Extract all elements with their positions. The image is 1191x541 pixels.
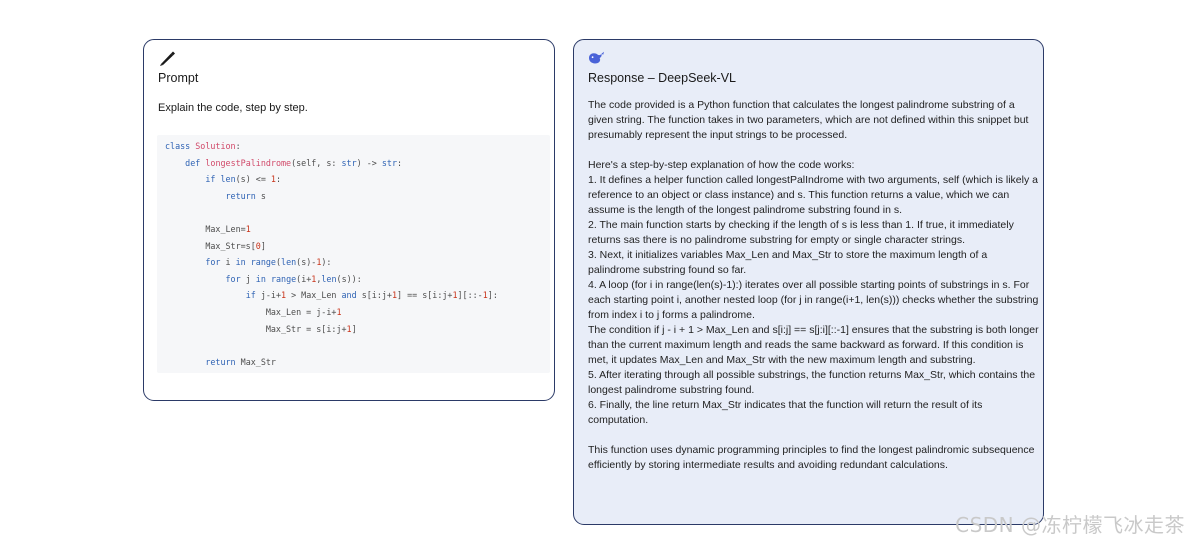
response-paragraph: This function uses dynamic programming p…	[588, 444, 1035, 471]
response-body: The code provided is a Python function t…	[588, 98, 1040, 473]
code-line: return s	[225, 190, 266, 201]
response-panel: Response – DeepSeek-VL The code provided…	[573, 39, 1044, 525]
code-line: return Max_Str	[205, 356, 276, 367]
response-paragraph: 5. After iterating through all possible …	[588, 369, 1036, 396]
code-line: for i in range(len(s)-1):	[205, 257, 332, 268]
response-paragraph: 4. A loop (for i in range(len(s)-1):) it…	[588, 279, 1039, 321]
whale-icon	[589, 51, 604, 64]
code-line: Max_Len=1	[165, 223, 251, 234]
code-line: Max_Str = s[i:j+1]	[165, 323, 357, 334]
code-block: class Solution: def longestPalindrome(se…	[157, 135, 550, 373]
pen-icon	[160, 51, 175, 66]
code-line: if len(s) <= 1:	[205, 174, 282, 185]
response-paragraph: 1. It defines a helper function called l…	[588, 174, 1038, 216]
prompt-panel: Prompt Explain the code, step by step. c…	[143, 39, 555, 401]
prompt-title: Prompt	[158, 71, 199, 85]
response-paragraph: The condition if j - i + 1 > Max_Len and…	[588, 324, 1039, 366]
response-paragraph: 6. Finally, the line return Max_Str indi…	[588, 399, 983, 426]
code-line: Max_Len = j-i+1	[165, 306, 342, 317]
watermark: CSDN @冻柠檬飞冰走茶	[955, 513, 1185, 537]
prompt-text: Explain the code, step by step.	[158, 102, 308, 114]
response-title: Response – DeepSeek-VL	[588, 71, 737, 85]
code-line: def longestPalindrome(self, s: str) -> s…	[185, 157, 403, 168]
code-line: class Solution:	[165, 141, 241, 151]
response-paragraph: 3. Next, it initializes variables Max_Le…	[588, 249, 988, 276]
response-paragraph: The code provided is a Python function t…	[588, 99, 1029, 141]
code-line: for j in range(i+1,len(s)):	[225, 273, 362, 284]
response-paragraph: Here's a step-by-step explanation of how…	[588, 159, 855, 171]
response-paragraph: 2. The main function starts by checking …	[588, 219, 1014, 246]
code-line: Max_Str=s[0]	[165, 240, 266, 251]
code-line: if j-i+1 > Max_Len and s[i:j+1] == s[i:j…	[245, 290, 498, 301]
